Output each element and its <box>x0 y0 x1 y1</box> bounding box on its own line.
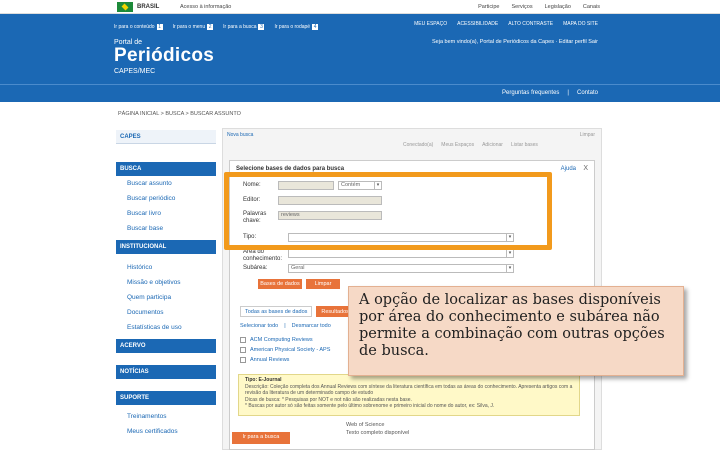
gov-link-canais[interactable]: Canais <box>583 4 600 10</box>
sidebar-item-buscar-livro[interactable]: Buscar livro <box>116 206 216 221</box>
welcome-text: Seja bem vindo(a), Portal de Periódicos … <box>432 39 598 45</box>
tipo-select[interactable]: ▾ <box>288 233 514 242</box>
access-info-link[interactable]: Acesso à informação <box>180 4 231 10</box>
connected-label: Conectado(a) <box>403 142 434 148</box>
select-all-link[interactable]: Selecionar todo <box>240 323 278 329</box>
accessibility-links: MEU ESPAÇO ACESSIBILIDADE ALTO CONTRASTE… <box>414 21 598 27</box>
sidebar-item-certificados[interactable]: Meus certificados <box>116 424 216 439</box>
editor-input[interactable] <box>278 196 382 205</box>
db-tabs: Todas as bases de dados Resultados <box>240 306 354 317</box>
tab-all-databases[interactable]: Todas as bases de dados <box>240 306 313 317</box>
wos-label: Web of Science <box>346 422 385 428</box>
sidebar-item-treinamentos[interactable]: Treinamentos <box>116 409 216 424</box>
gov-link-servicos[interactable]: Serviços <box>511 4 532 10</box>
skip-links: Ir para o conteúdo 1 Ir para o menu 2 Ir p… <box>114 24 319 30</box>
database-info-tooltip: Tipo: E-Journal Descrição: Coleção compl… <box>238 374 580 416</box>
skip-menu-link[interactable]: Ir para o menu 2 <box>173 24 214 30</box>
database-list: ACM Computing Reviews American Physical … <box>240 335 330 365</box>
result-meta: Web of Science Texto completo disponível <box>346 421 409 437</box>
subarea-label: Subárea: <box>243 265 268 271</box>
brasil-link[interactable]: BRASIL <box>117 2 159 12</box>
selection-links: Selecionar todo | Desmarcar todo <box>240 323 331 329</box>
db-checkbox[interactable] <box>240 347 246 353</box>
site-map-link[interactable]: MAPA DO SITE <box>563 21 598 27</box>
bases-de-dados-button[interactable]: Bases de dados <box>258 279 302 289</box>
accessibility-link[interactable]: ACESSIBILIDADE <box>457 21 498 27</box>
gov-link-participe[interactable]: Participe <box>478 4 499 10</box>
sidebar-section-busca[interactable]: BUSCA <box>116 162 216 176</box>
sidebar-item-historico[interactable]: Histórico <box>116 260 216 275</box>
skip-search-link[interactable]: Ir para a busca 3 <box>223 24 265 30</box>
gov-bar: BRASIL Acesso à informação Participe Ser… <box>0 0 720 14</box>
chevron-down-icon: ▾ <box>506 265 513 272</box>
go-to-search-button[interactable]: Ir para a busca <box>232 432 290 444</box>
brazil-flag-icon <box>117 2 133 12</box>
sidebar-item-quem-participa[interactable]: Quem participa <box>116 290 216 305</box>
sidebar: CAPES BUSCA Buscar assunto Buscar periód… <box>116 130 216 450</box>
keywords-label: Palavras chave: <box>243 211 267 224</box>
header-subnav: Perguntas frequentes | Contato <box>0 84 720 102</box>
sidebar-item-buscar-periodico[interactable]: Buscar periódico <box>116 191 216 206</box>
sidebar-capes[interactable]: CAPES <box>116 130 216 144</box>
sidebar-item-missao[interactable]: Missão e objetivos <box>116 275 216 290</box>
info-tipo: Tipo: E-Journal <box>245 377 282 383</box>
db-link[interactable]: ACM Computing Reviews <box>250 337 313 343</box>
info-extra: * Buscas por autor só são feitas somente… <box>245 403 495 409</box>
breadcrumb: PÁGINA INICIAL > BUSCA > BUSCAR ASSUNTO <box>118 111 241 117</box>
sidebar-section-institucional[interactable]: INSTITUCIONAL <box>116 240 216 254</box>
close-icon[interactable]: X <box>583 165 588 172</box>
deselect-all-link[interactable]: Desmarcar todo <box>292 323 331 329</box>
list-item: American Physical Society - APS <box>240 345 330 355</box>
sidebar-section-suporte[interactable]: SUPORTE <box>116 391 216 405</box>
area-select[interactable]: ▾ <box>288 249 514 258</box>
tab-meus-espacos[interactable]: Meus Espaços <box>441 142 474 148</box>
sidebar-section-acervo[interactable]: ACERVO <box>116 339 216 353</box>
sidebar-item-documentos[interactable]: Documentos <box>116 305 216 320</box>
full-text-label: Texto completo disponível <box>346 430 410 436</box>
db-checkbox[interactable] <box>240 337 246 343</box>
content-tabs: Conectado(a) Meus Espaços Adicionar List… <box>403 142 538 148</box>
contem-select[interactable]: Contém ▾ <box>338 181 382 190</box>
tab-adicionar[interactable]: Adicionar <box>482 142 503 148</box>
editor-label: Editor: <box>243 197 261 203</box>
new-search-link[interactable]: Nova busca <box>227 132 253 138</box>
tab-listar-bases[interactable]: Listar bases <box>511 142 538 148</box>
brasil-label: BRASIL <box>137 4 160 10</box>
contact-link[interactable]: Contato <box>577 90 598 96</box>
site-title[interactable]: Periódicos <box>114 45 214 67</box>
annotation-callout: A opção de localizar as bases disponívei… <box>348 286 684 376</box>
nome-input[interactable] <box>278 181 334 190</box>
skip-footer-link[interactable]: Ir para o rodapé 4 <box>274 24 319 30</box>
sidebar-item-estatisticas[interactable]: Estatísticas de uso <box>116 320 216 335</box>
keywords-input[interactable]: reviews <box>278 211 382 220</box>
skip-content-link[interactable]: Ir para o conteúdo 1 <box>114 24 163 30</box>
sidebar-item-buscar-base[interactable]: Buscar base <box>116 221 216 236</box>
limpar-button[interactable]: Limpar <box>306 279 340 289</box>
site-header: Ir para o conteúdo 1 Ir para o menu 2 Ir p… <box>0 14 720 102</box>
info-description: Descrição: Coleção completa dos Annual R… <box>245 383 573 397</box>
gov-link-legislacao[interactable]: Legislação <box>545 4 571 10</box>
high-contrast-link[interactable]: ALTO CONTRASTE <box>508 21 553 27</box>
clear-link[interactable]: Limpar <box>580 132 595 138</box>
list-item: Annual Reviews <box>240 355 330 365</box>
sidebar-item-buscar-assunto[interactable]: Buscar assunto <box>116 176 216 191</box>
subarea-select[interactable]: Geral ▾ <box>288 264 514 273</box>
chevron-down-icon: ▾ <box>506 250 513 257</box>
tipo-label: Tipo: <box>243 234 257 240</box>
db-checkbox[interactable] <box>240 357 246 363</box>
nome-label: Nome: <box>243 182 261 188</box>
help-link[interactable]: Ajuda <box>561 166 576 172</box>
site-subtitle: CAPES/MEC <box>114 68 156 75</box>
list-item: ACM Computing Reviews <box>240 335 330 345</box>
chevron-down-icon: ▾ <box>506 234 513 241</box>
dialog-title: Selecione bases de dados para busca <box>236 166 345 172</box>
faq-link[interactable]: Perguntas frequentes <box>502 90 559 96</box>
my-space-link[interactable]: MEU ESPAÇO <box>414 21 447 27</box>
chevron-down-icon: ▾ <box>374 182 381 189</box>
db-link[interactable]: Annual Reviews <box>250 357 289 363</box>
sidebar-section-noticias[interactable]: NOTÍCIAS <box>116 365 216 379</box>
db-link[interactable]: American Physical Society - APS <box>250 347 330 353</box>
